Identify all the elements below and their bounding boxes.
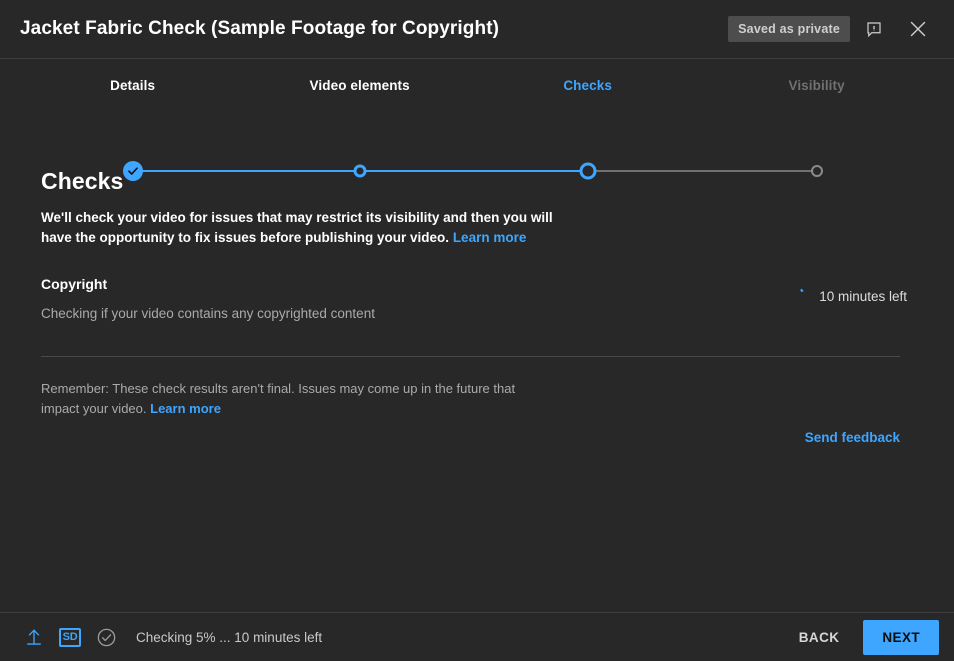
quality-badge-label: SD: [58, 627, 82, 647]
check-subtitle: Checking if your video contains any copy…: [41, 306, 375, 321]
upload-dialog: Jacket Fabric Check (Sample Footage for …: [0, 0, 954, 661]
step-labels: Details Video elements Checks Visibility: [0, 78, 954, 98]
step-label-details[interactable]: Details: [110, 78, 155, 93]
check-status: 10 minutes left: [784, 284, 907, 308]
section-title: Checks: [41, 168, 124, 194]
header-actions: Saved as private: [728, 9, 938, 49]
check-item-copyright: Copyright Checking if your video contain…: [41, 276, 910, 330]
status-badge: Saved as private: [728, 16, 850, 42]
step-progress-bar: Details Video elements Checks Visibility: [0, 59, 954, 181]
video-quality-badge: SD: [52, 619, 88, 655]
learn-more-link-top[interactable]: Learn more: [453, 230, 527, 245]
back-button[interactable]: BACK: [783, 620, 856, 655]
next-button[interactable]: NEXT: [863, 619, 939, 655]
loading-spinner-icon: [784, 284, 808, 308]
upload-progress-group: SD Checking 5% ... 10 minutes left: [16, 619, 783, 655]
stepper: Details Video elements Checks Visibility: [0, 59, 954, 181]
check-circle-icon: [88, 619, 124, 655]
section-description: We'll check your video for issues that m…: [41, 208, 561, 248]
upload-arrow-icon: [16, 619, 52, 655]
footer-actions: BACK NEXT: [783, 619, 939, 655]
upload-status-text: Checking 5% ... 10 minutes left: [136, 629, 323, 645]
feedback-row: Send feedback: [41, 429, 910, 447]
remember-note: Remember: These check results aren't fin…: [41, 379, 541, 419]
feedback-bubble-icon[interactable]: [854, 9, 894, 49]
close-icon[interactable]: [898, 9, 938, 49]
send-feedback-link[interactable]: Send feedback: [805, 430, 900, 445]
step-label-visibility: Visibility: [788, 78, 845, 93]
checks-panel: Checks We'll check your video for issues…: [0, 143, 954, 612]
check-title: Copyright: [41, 276, 108, 292]
step-label-checks[interactable]: Checks: [563, 78, 612, 93]
page-title: Jacket Fabric Check (Sample Footage for …: [20, 18, 500, 39]
dialog-header: Jacket Fabric Check (Sample Footage for …: [0, 0, 954, 59]
remember-note-text: Remember: These check results aren't fin…: [41, 381, 516, 416]
step-label-video-elements[interactable]: Video elements: [310, 78, 410, 93]
check-eta-text: 10 minutes left: [819, 288, 907, 304]
learn-more-link-bottom[interactable]: Learn more: [150, 401, 221, 416]
dialog-footer: SD Checking 5% ... 10 minutes left BACK …: [0, 612, 954, 661]
section-divider: [41, 356, 900, 357]
